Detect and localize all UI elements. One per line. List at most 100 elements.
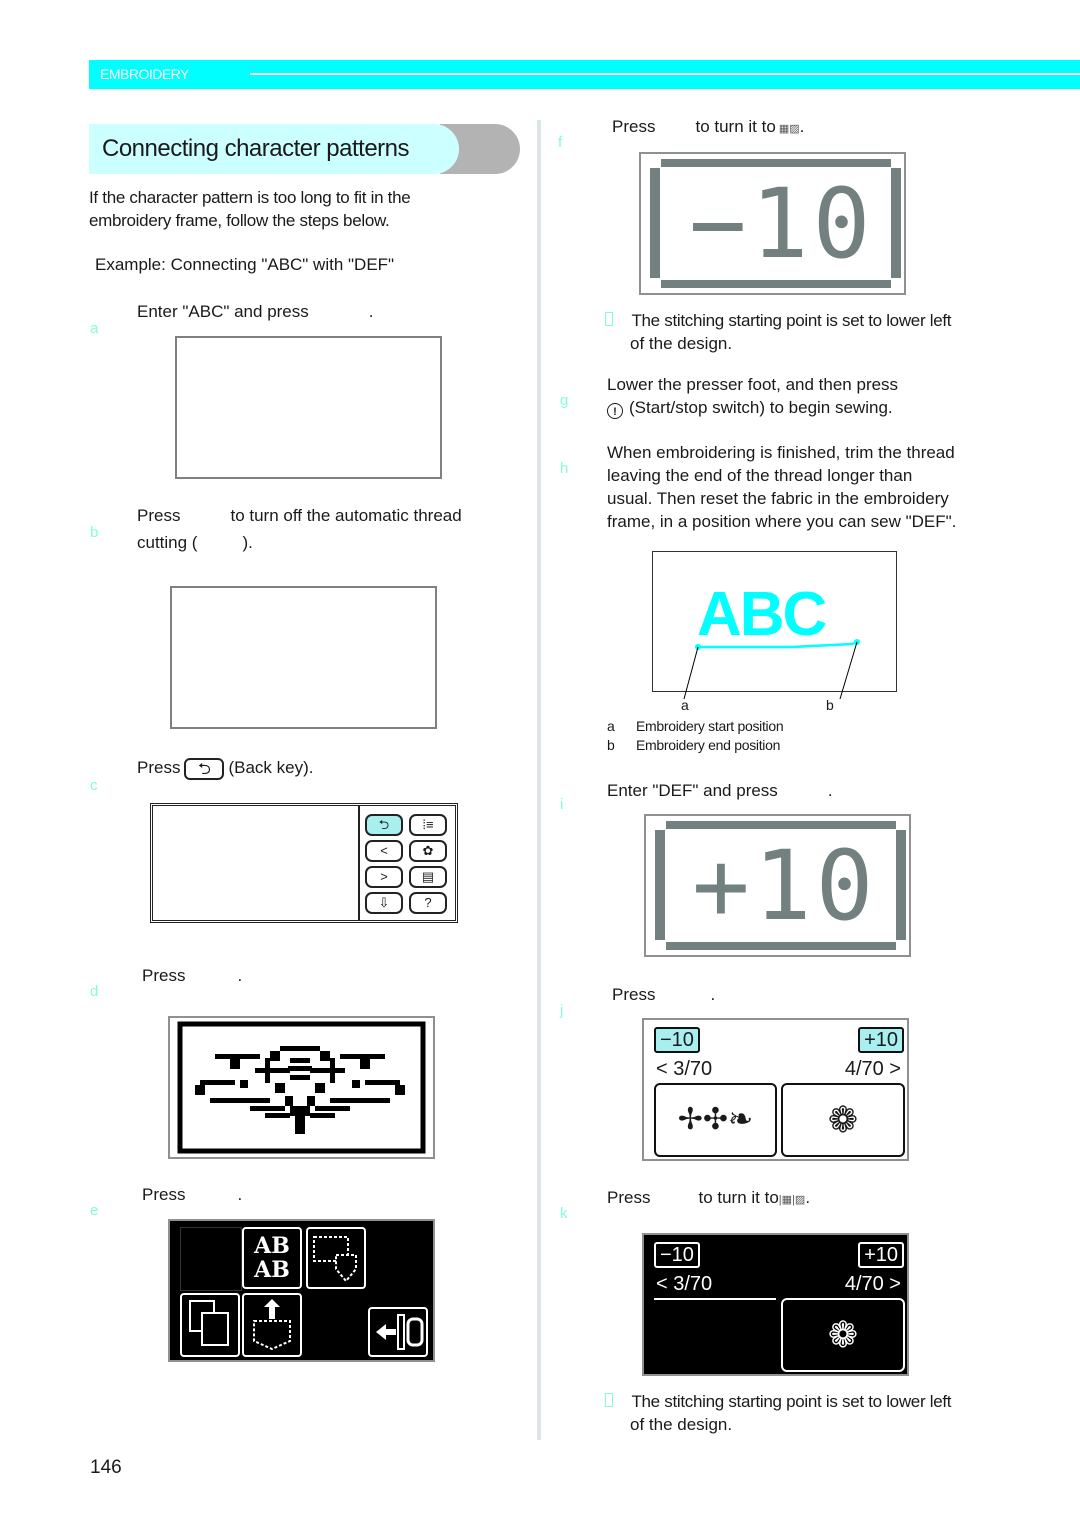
step-b-cutting: cutting ( [137, 533, 198, 552]
panel-help-button[interactable]: ? [409, 892, 447, 914]
step-a-screen [175, 336, 442, 479]
pattern-tile-rose[interactable]: ❁ [781, 1298, 905, 1372]
tile-pocket-upload[interactable] [242, 1293, 302, 1357]
screen-border-right [896, 830, 906, 940]
legend-b-text: Embroidery end position [636, 737, 781, 753]
step-d-press: Press [142, 966, 186, 985]
step-e-text: Press. [142, 1183, 242, 1206]
plus-ten-button[interactable]: +10 [858, 1027, 904, 1053]
leader-b [839, 641, 858, 700]
step-f-text: Press to turn it to ▦▨. [612, 115, 804, 141]
exit-icon [376, 1314, 424, 1350]
step-a-suffix: . [368, 302, 374, 321]
step-b-press: Press [137, 506, 181, 525]
decorative-pattern-preview [177, 1021, 426, 1154]
center-position-icon: |▦|▨ [778, 1194, 806, 1206]
header-rule [250, 73, 1080, 75]
step-letter-c: c [90, 777, 98, 794]
step-f-end: . [799, 117, 805, 136]
copy-icon [189, 1300, 229, 1346]
tile-frame-shape[interactable] [306, 1227, 366, 1289]
step-f-post: to turn it to [695, 117, 776, 136]
step-e-press: Press [142, 1185, 186, 1204]
step-k-screen: −10 +10 < 3/70 4/70 > ❁ [642, 1233, 909, 1376]
document-icon: ▤ [421, 869, 435, 884]
legend-a-key: a [607, 718, 615, 734]
section-label: EMBROIDERY [100, 66, 189, 82]
step-f-note-line-1: The stitching starting point is set to l… [631, 311, 952, 330]
step-letter-g: g [560, 392, 569, 409]
step-g-instruction: (Start/stop switch) to begin sewing. [629, 398, 893, 417]
screen-border-bottom [661, 280, 891, 288]
step-j-text: Press. [612, 983, 715, 1006]
tile-exit[interactable] [368, 1307, 428, 1357]
stitch-path [698, 640, 858, 649]
step-f-note: The stitching starting point is set to l… [605, 309, 952, 332]
step-k-note-line-1: The stitching starting point is set to l… [631, 1392, 952, 1411]
panel-left-button[interactable]: < [365, 840, 403, 862]
screen-border-top [661, 159, 891, 167]
rose-pattern-icon: ❁ [827, 1314, 859, 1355]
step-k-post: to turn it to [698, 1188, 779, 1207]
panel-back-button[interactable]: ⮌ [365, 814, 403, 836]
step-i-text: Enter "DEF" and press. [607, 779, 833, 802]
panel-right-button[interactable]: > [365, 866, 403, 888]
minus-ten-button[interactable]: −10 [654, 1027, 700, 1053]
step-letter-i: i [560, 796, 564, 813]
step-d-screen [168, 1016, 435, 1159]
step-a-instruction: Enter "ABC" and press [137, 302, 309, 321]
character-ab-icon: AB AB [254, 1233, 290, 1283]
right-pattern-page: 4/70 > [844, 1058, 901, 1080]
step-h-line-3: usual. Then reset the fabric in the embr… [607, 489, 949, 508]
left-pattern-page: < 3/70 [656, 1273, 713, 1295]
pattern-tile-left[interactable] [654, 1298, 776, 1372]
step-c-post: (Back key). [228, 758, 314, 777]
panel-document-button[interactable]: ▤ [409, 866, 447, 888]
step-letter-f: f [558, 134, 563, 151]
pocket-upload-icon [253, 1299, 291, 1351]
panel-tension-button[interactable]: ⁞≡ [409, 814, 447, 836]
step-b-screen [170, 586, 437, 729]
step-j-screen: −10 +10 < 3/70 4/70 > ✢✣❧ ❁ [642, 1018, 909, 1161]
pattern-tile-bird[interactable]: ✢✣❧ [654, 1083, 777, 1157]
offset-value-minus: −10 [689, 168, 875, 280]
step-k-note-line-2: of the design. [630, 1415, 733, 1434]
step-g-line-1: Lower the presser foot, and then press [607, 375, 899, 394]
pattern-tile-rose[interactable]: ❁ [781, 1083, 905, 1157]
step-f-screen: −10 [639, 152, 906, 295]
tile-blank[interactable] [180, 1227, 242, 1291]
tile-copy[interactable] [180, 1293, 240, 1357]
plus-ten-button[interactable]: +10 [858, 1242, 904, 1268]
minus-ten-button[interactable]: −10 [654, 1242, 700, 1268]
step-letter-d: d [90, 983, 99, 1000]
start-position-icon: ▦▨ [775, 123, 800, 135]
step-letter-e: e [90, 1202, 99, 1219]
step-i-screen: +10 [644, 814, 911, 957]
step-j-press: Press [612, 985, 656, 1004]
embroidery-unit-icon: ✿ [422, 843, 434, 858]
step-letter-j: j [560, 1002, 564, 1019]
step-f-note-line-2: of the design. [630, 334, 733, 353]
step-k-press: Press [607, 1188, 651, 1207]
legend-a-text: Embroidery start position [636, 718, 784, 734]
pocket-save-icon: ⇩ [378, 895, 390, 910]
intro-line-1: If the character pattern is too long to … [89, 188, 411, 207]
column-divider [537, 120, 541, 1440]
screen-border-right [891, 168, 901, 278]
step-h-line-2: leaving the end of the thread longer tha… [607, 466, 913, 485]
panel-divider [358, 806, 360, 920]
back-key[interactable]: ⮌ [184, 757, 225, 780]
panel-frame-button[interactable]: ✿ [409, 840, 447, 862]
step-k-end: . [805, 1188, 811, 1207]
rose-pattern-icon: ❁ [827, 1099, 859, 1140]
tile-character-edit[interactable]: AB AB [242, 1227, 302, 1289]
step-e-screen: AB AB [168, 1219, 435, 1362]
screen-border-bottom [666, 942, 896, 950]
step-b-line-1: Press to turn off the automatic thread [137, 504, 462, 527]
step-k-note: The stitching starting point is set to l… [605, 1390, 952, 1413]
offset-value-plus: +10 [692, 830, 878, 942]
screen-border-top [666, 821, 896, 829]
panel-pocket-button[interactable]: ⇩ [365, 892, 403, 914]
right-pattern-page: 4/70 > [844, 1273, 901, 1295]
legend-b-key: b [607, 737, 615, 753]
